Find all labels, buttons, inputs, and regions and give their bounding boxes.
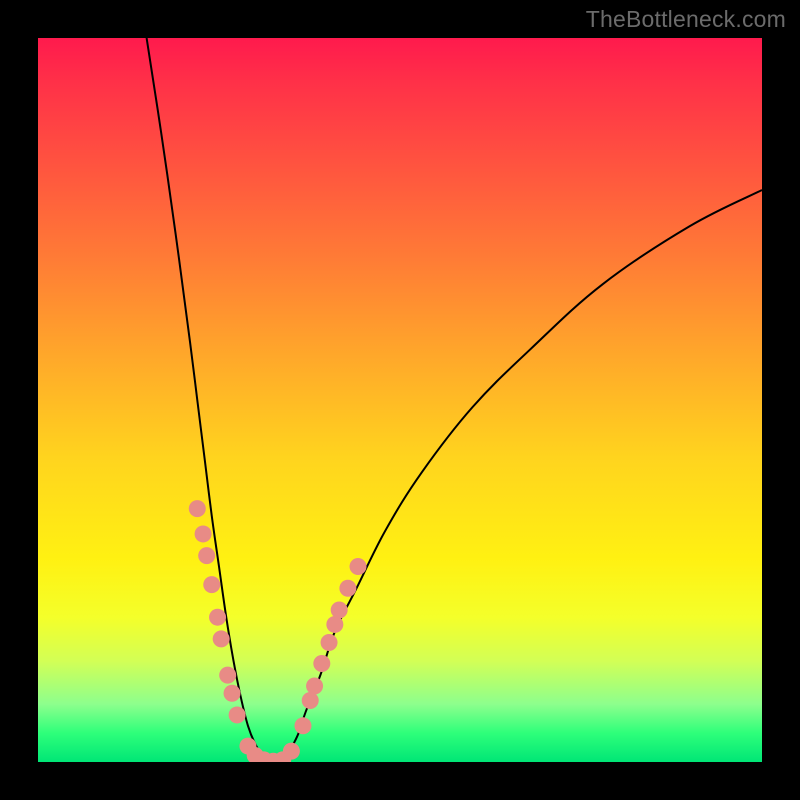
marker-dot — [306, 677, 323, 694]
marker-dot — [195, 525, 212, 542]
marker-dot — [350, 558, 367, 575]
marker-dot — [294, 717, 311, 734]
chart-frame: TheBottleneck.com — [0, 0, 800, 800]
curve-right-curve — [277, 190, 762, 762]
chart-svg — [38, 38, 762, 762]
marker-dot — [213, 630, 230, 647]
marker-dot — [209, 609, 226, 626]
curve-layer — [147, 38, 762, 762]
marker-dot — [331, 601, 348, 618]
marker-dot — [189, 500, 206, 517]
curve-left-curve — [147, 38, 277, 762]
watermark-text: TheBottleneck.com — [586, 6, 786, 33]
marker-dot — [302, 692, 319, 709]
plot-area — [38, 38, 762, 762]
marker-dot — [198, 547, 215, 564]
marker-dot — [339, 580, 356, 597]
marker-dot — [313, 655, 330, 672]
marker-dot — [203, 576, 220, 593]
marker-dot — [321, 634, 338, 651]
marker-dot — [224, 685, 241, 702]
marker-dot — [283, 743, 300, 760]
marker-dot — [229, 706, 246, 723]
marker-dot — [326, 616, 343, 633]
marker-dot — [219, 667, 236, 684]
